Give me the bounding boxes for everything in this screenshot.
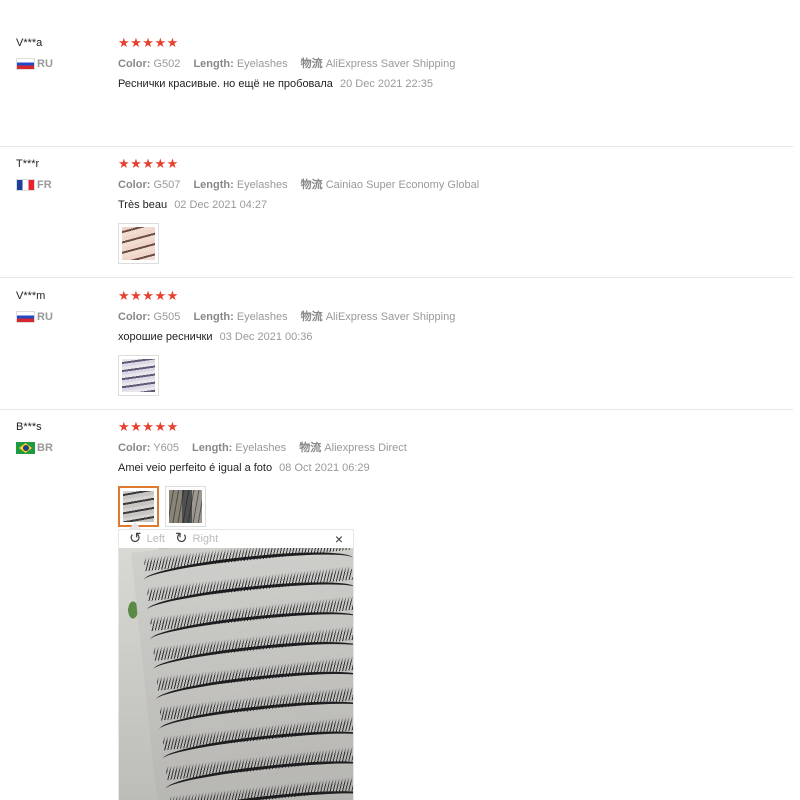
color-value: Y605	[153, 442, 179, 454]
length-label: Length:	[193, 58, 234, 70]
review-content: ★★★★★ Color: G505 Length: Eyelashes 物流 A…	[118, 289, 793, 396]
country-code: RU	[37, 311, 53, 323]
reviewer-name: T***r	[16, 158, 40, 170]
rotate-left-icon: ↺	[129, 530, 142, 547]
reviewer-name: B***s	[16, 421, 42, 433]
length-label: Length:	[192, 442, 233, 454]
eyelashes-tray	[130, 548, 353, 800]
enlarged-photo	[119, 548, 353, 800]
reviewer-country: RU	[16, 58, 53, 70]
eyelashes-photo	[122, 359, 155, 392]
star-rating: ★★★★★	[118, 35, 179, 50]
review-text: Реснички красивые. но ещё не пробовала 2…	[118, 77, 793, 91]
color-value: G505	[153, 311, 181, 323]
brazil-flag-icon	[16, 442, 35, 454]
viewer-toolbar: ↺ Left ↻ Right ×	[119, 530, 353, 548]
review-item: V***a RU ★★★★★ Color: G502 Length: Eyela…	[0, 36, 793, 147]
reviewer-name: V***m	[16, 290, 46, 302]
photo-viewer: ↺ Left ↻ Right ×	[118, 529, 354, 800]
review-text: хорошие реснички 03 Dec 2021 00:36	[118, 330, 793, 344]
review-attributes: Color: Y605 Length: Eyelashes 物流 Aliexpr…	[118, 441, 793, 455]
color-value: G507	[153, 179, 181, 191]
review-item: V***m RU ★★★★★ Color: G505 Length: Eyela…	[0, 289, 793, 410]
color-label: Color:	[118, 58, 151, 70]
color-label: Color:	[118, 311, 151, 323]
eyelashes-photo	[123, 491, 154, 522]
review-comment: Реснички красивые. но ещё не пробовала	[118, 78, 333, 90]
star-rating: ★★★★★	[118, 288, 179, 303]
review-content: ★★★★★ Color: Y605 Length: Eyelashes 物流 A…	[118, 420, 793, 527]
logistics-value: AliExpress Saver Shipping	[325, 58, 456, 70]
rotate-right-icon: ↻	[174, 530, 188, 547]
length-label: Length:	[193, 311, 234, 323]
review-item: T***r FR ★★★★★ Color: G507 Length: Eyela…	[0, 157, 793, 278]
logistics-label: 物流	[300, 58, 323, 70]
logistics-label: 物流	[300, 311, 323, 323]
country-code: BR	[37, 442, 53, 454]
length-value: Eyelashes	[236, 311, 288, 323]
rotate-right-label: Right	[192, 533, 219, 545]
reviewer-info: B***s BR	[16, 420, 53, 454]
logistics-value: Cainiao Super Economy Global	[325, 179, 480, 191]
review-attributes: Color: G505 Length: Eyelashes 物流 AliExpr…	[118, 310, 793, 324]
rotate-left-button[interactable]: ↺ Left	[129, 530, 165, 547]
reviewer-info: V***a RU	[16, 36, 53, 70]
reviewer-country: RU	[16, 311, 53, 323]
viewer-pointer	[129, 522, 141, 529]
review-date: 02 Dec 2021 04:27	[174, 199, 268, 211]
eyelashes-photo	[169, 490, 202, 523]
reviewer-country: BR	[16, 442, 53, 454]
country-code: RU	[37, 58, 53, 70]
color-value: G502	[153, 58, 181, 70]
review-attributes: Color: G502 Length: Eyelashes 物流 AliExpr…	[118, 57, 793, 71]
length-value: Eyelashes	[236, 58, 288, 70]
star-rating: ★★★★★	[118, 156, 179, 171]
review-content: ★★★★★ Color: G507 Length: Eyelashes 物流 C…	[118, 157, 793, 264]
review-comment: Amei veio perfeito é igual a foto	[118, 462, 273, 474]
country-code: FR	[37, 179, 52, 191]
close-icon[interactable]: ×	[335, 531, 343, 547]
color-label: Color:	[118, 179, 151, 191]
reviewer-country: FR	[16, 179, 52, 191]
russia-flag-icon	[16, 58, 35, 70]
reviewer-name: V***a	[16, 37, 43, 49]
russia-flag-icon	[16, 311, 35, 323]
review-photo-thumbnail-selected[interactable]	[118, 486, 159, 527]
logistics-value: Aliexpress Direct	[324, 442, 407, 454]
france-flag-icon	[16, 179, 35, 191]
review-date: 08 Oct 2021 06:29	[279, 462, 370, 474]
review-comment: хорошие реснички	[118, 331, 213, 343]
reviewer-info: V***m RU	[16, 289, 53, 323]
color-label: Color:	[118, 442, 151, 454]
logistics-value: AliExpress Saver Shipping	[325, 311, 456, 323]
review-photo-thumbnail[interactable]	[118, 223, 159, 264]
review-text: Amei veio perfeito é igual a foto 08 Oct…	[118, 461, 793, 475]
length-label: Length:	[193, 179, 234, 191]
length-value: Eyelashes	[236, 179, 288, 191]
review-photos	[118, 486, 793, 527]
logistics-label: 物流	[300, 179, 323, 191]
logistics-label: 物流	[299, 442, 322, 454]
review-text: Très beau 02 Dec 2021 04:27	[118, 198, 793, 212]
eyelashes-photo	[122, 227, 155, 260]
review-photo-thumbnail[interactable]	[165, 486, 206, 527]
length-value: Eyelashes	[235, 442, 287, 454]
review-attributes: Color: G507 Length: Eyelashes 物流 Cainiao…	[118, 178, 793, 192]
review-photos	[118, 223, 793, 264]
review-photo-thumbnail[interactable]	[118, 355, 159, 396]
rotate-right-button[interactable]: ↻ Right	[174, 530, 219, 547]
review-content: ★★★★★ Color: G502 Length: Eyelashes 物流 A…	[118, 36, 793, 91]
rotate-left-label: Left	[146, 533, 165, 545]
star-rating: ★★★★★	[118, 419, 179, 434]
review-date: 03 Dec 2021 00:36	[219, 331, 313, 343]
review-comment: Très beau	[118, 199, 168, 211]
review-date: 20 Dec 2021 22:35	[340, 78, 433, 90]
review-photos	[118, 355, 793, 396]
reviewer-info: T***r FR	[16, 157, 52, 191]
